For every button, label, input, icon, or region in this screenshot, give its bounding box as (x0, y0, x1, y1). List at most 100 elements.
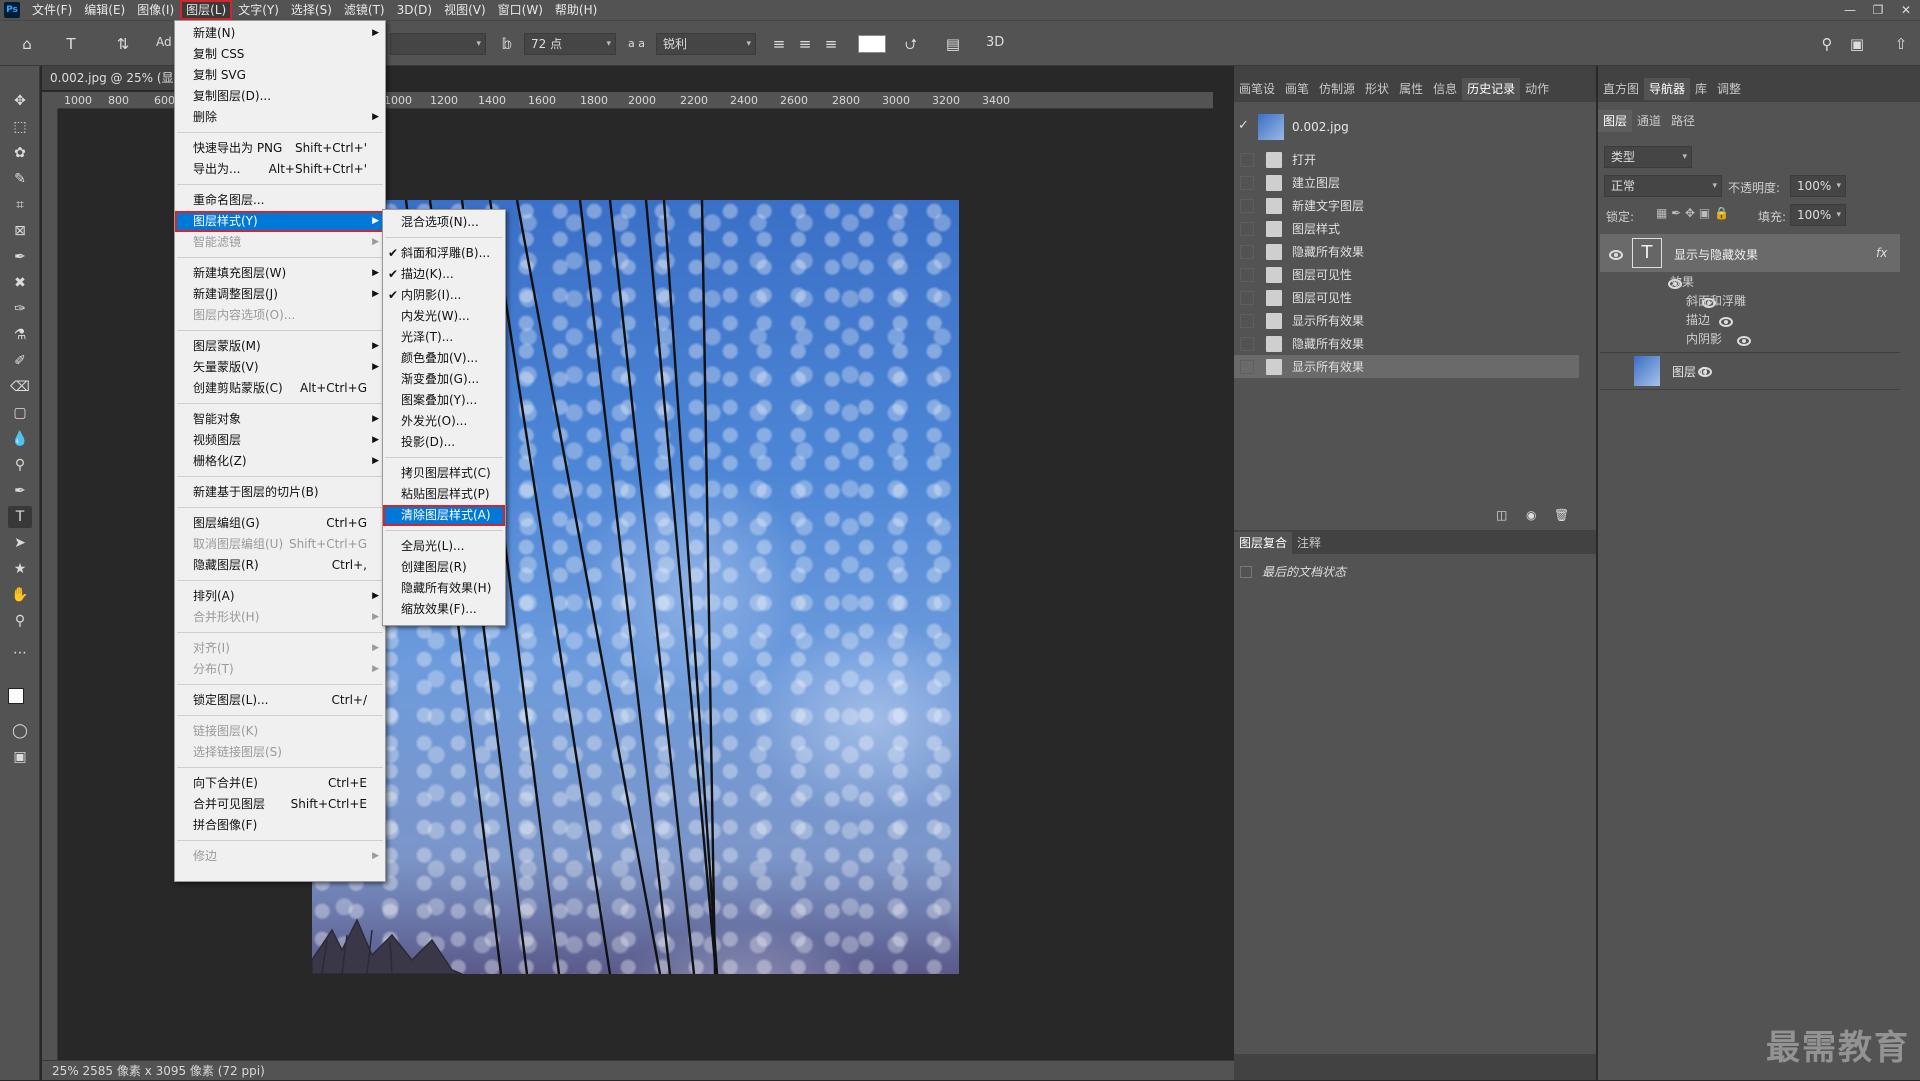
layer-menu-item[interactable]: 拼合图像(F) (175, 815, 385, 836)
minimize-button[interactable]: — (1836, 0, 1864, 20)
align-right-icon[interactable]: ≡ (820, 33, 842, 55)
layer-menu-item[interactable]: 图层编组(G) Ctrl+G (175, 513, 385, 534)
menu-edit[interactable]: 编辑(E) (78, 0, 131, 20)
tab-notes[interactable]: 注释 (1292, 532, 1326, 554)
layer-menu-item[interactable]: 创建剪贴蒙版(C) Alt+Ctrl+G (175, 378, 385, 399)
3d-button[interactable]: 3D (986, 35, 1004, 50)
menu-file[interactable]: 文件(F) (26, 0, 78, 20)
path-select-tool-icon[interactable]: ➤ (8, 532, 32, 554)
home-icon[interactable]: ⌂ (16, 33, 38, 55)
pen-tool-icon[interactable]: ✒ (8, 480, 32, 502)
fx-icon[interactable]: fx (1876, 246, 1887, 260)
trash-icon[interactable]: 🗑 (1554, 508, 1569, 522)
warp-text-icon[interactable]: ⮍ (900, 33, 922, 55)
history-checkbox[interactable] (1240, 359, 1254, 374)
search-icon[interactable]: ⚲ (1816, 33, 1838, 55)
style-menu-item[interactable]: 清除图层样式(A) (383, 505, 505, 526)
eye-icon[interactable] (1609, 250, 1623, 260)
history-state-row[interactable]: 新建文字图层 (1234, 194, 1579, 217)
layer-menu-item[interactable]: 新建基于图层的切片(B) (175, 482, 385, 503)
type-tool-preset-icon[interactable]: T (60, 33, 82, 55)
history-checkbox[interactable] (1240, 152, 1254, 167)
menu-image[interactable]: 图像(I) (131, 0, 180, 20)
blur-tool-icon[interactable]: 💧 (8, 428, 32, 450)
layer-menu-item[interactable]: 智能对象 ▶ (175, 409, 385, 430)
history-checkbox[interactable] (1240, 221, 1254, 236)
layer-menu-item[interactable]: 复制 SVG (175, 65, 385, 86)
history-state-row[interactable]: 隐藏所有效果 (1234, 240, 1579, 263)
history-state-row[interactable]: 隐藏所有效果 (1234, 332, 1579, 355)
hand-tool-icon[interactable]: ✋ (8, 584, 32, 606)
tab-paths[interactable]: 路径 (1666, 110, 1700, 132)
effect-bevel[interactable]: 斜面和浮雕 (1686, 292, 1746, 309)
history-checkbox[interactable] (1240, 290, 1254, 305)
font-style-select[interactable]: ▾ (390, 33, 486, 55)
marquee-tool-icon[interactable]: ⬚ (8, 116, 32, 138)
shape-tool-icon[interactable]: ★ (8, 558, 32, 580)
document-tab[interactable]: 0.002.jpg @ 25% (显示 (42, 66, 182, 109)
new-document-from-state-icon[interactable]: ◫ (1496, 508, 1507, 522)
style-menu-item[interactable]: ✔ 内阴影(I)... (383, 285, 505, 306)
type-tool-icon[interactable]: T (8, 506, 32, 528)
font-family-field[interactable]: Ad (156, 35, 172, 49)
healing-tool-icon[interactable]: ✖ (8, 272, 32, 294)
layer-menu-item[interactable]: 图层样式(Y) ▶ (175, 211, 385, 232)
layer-menu-item[interactable]: 新建填充图层(W) ▶ (175, 263, 385, 284)
style-menu-item[interactable]: 图案叠加(Y)... (383, 390, 505, 411)
more-tools-icon[interactable]: ⋯ (8, 642, 32, 664)
history-brush-tool-icon[interactable]: ✐ (8, 350, 32, 372)
crop-tool-icon[interactable]: ⌗ (8, 194, 32, 216)
frame-tool-icon[interactable]: ⊠ (8, 220, 32, 242)
layer-menu-item[interactable]: 向下合并(E) Ctrl+E (175, 773, 385, 794)
history-brush-source-icon[interactable]: ✓ (1238, 118, 1249, 133)
style-menu-item[interactable]: 粘贴图层样式(P) (383, 484, 505, 505)
blend-mode-select[interactable]: 正常 ▾ (1604, 175, 1722, 197)
menu-3d[interactable]: 3D(D) (391, 0, 438, 20)
antialias-select[interactable]: 锐利 ▾ (656, 33, 756, 55)
quick-mask-icon[interactable]: ◯ (8, 720, 32, 742)
tab-properties[interactable]: 属性 (1394, 78, 1428, 100)
layer-menu-item[interactable]: 栅格化(Z) ▶ (175, 451, 385, 472)
quick-select-tool-icon[interactable]: ✎ (8, 168, 32, 190)
menu-layer[interactable]: 图层(L) (180, 0, 233, 20)
text-orientation-icon[interactable]: ⇅ (112, 33, 134, 55)
eyedropper-tool-icon[interactable]: ✒ (8, 246, 32, 268)
layer-menu-item[interactable]: 隐藏图层(R) Ctrl+, (175, 555, 385, 576)
tab-libraries[interactable]: 库 (1690, 78, 1712, 100)
history-state-row[interactable]: 显示所有效果 (1234, 355, 1579, 378)
layer-menu-item[interactable]: 快速导出为 PNG Shift+Ctrl+' (175, 138, 385, 159)
style-menu-item[interactable]: 创建图层(R) (383, 557, 505, 578)
style-menu-item[interactable]: 缩放效果(F)... (383, 599, 505, 620)
layer-menu-item[interactable]: 图层蒙版(M) ▶ (175, 336, 385, 357)
tab-clone-source[interactable]: 仿制源 (1314, 78, 1360, 100)
share-icon[interactable]: ⇧ (1890, 33, 1912, 55)
style-menu-item[interactable]: 外发光(O)... (383, 411, 505, 432)
style-menu-item[interactable]: ✔ 斜面和浮雕(B)... (383, 243, 505, 264)
style-menu-item[interactable]: ✔ 描边(K)... (383, 264, 505, 285)
zoom-tool-icon[interactable]: ⚲ (8, 610, 32, 632)
history-state-row[interactable]: 图层可见性 (1234, 263, 1579, 286)
character-panel-icon[interactable]: ▤ (942, 33, 964, 55)
style-menu-item[interactable]: 内发光(W)... (383, 306, 505, 327)
move-tool-icon[interactable]: ✥ (8, 90, 32, 112)
lock-icons[interactable]: ▦ ✒ ✥ ▣ 🔒 (1656, 206, 1729, 220)
align-left-icon[interactable]: ≡ (768, 33, 790, 55)
comp-apply-icon[interactable] (1240, 566, 1252, 578)
layer-menu-item[interactable]: 重命名图层... (175, 190, 385, 211)
tab-history[interactable]: 历史记录 (1462, 78, 1521, 100)
tab-channels[interactable]: 通道 (1632, 110, 1666, 132)
menu-select[interactable]: 选择(S) (285, 0, 338, 20)
layer-menu-item[interactable]: 矢量蒙版(V) ▶ (175, 357, 385, 378)
history-state-row[interactable]: 图层样式 (1234, 217, 1579, 240)
text-layer-name[interactable]: 显示与隐藏效果 (1674, 246, 1758, 263)
close-window-button[interactable]: ✕ (1892, 0, 1920, 20)
style-menu-item[interactable]: 颜色叠加(V)... (383, 348, 505, 369)
screen-mode-icon[interactable]: ▣ (8, 746, 32, 768)
layer-menu-item[interactable]: 复制 CSS (175, 44, 385, 65)
menu-view[interactable]: 视图(V) (438, 0, 492, 20)
tab-adjustments[interactable]: 调整 (1712, 78, 1746, 100)
menu-window[interactable]: 窗口(W) (492, 0, 549, 20)
camera-icon[interactable]: ◉ (1526, 508, 1536, 522)
history-checkbox[interactable] (1240, 244, 1254, 259)
tab-shape[interactable]: 形状 (1360, 78, 1394, 100)
